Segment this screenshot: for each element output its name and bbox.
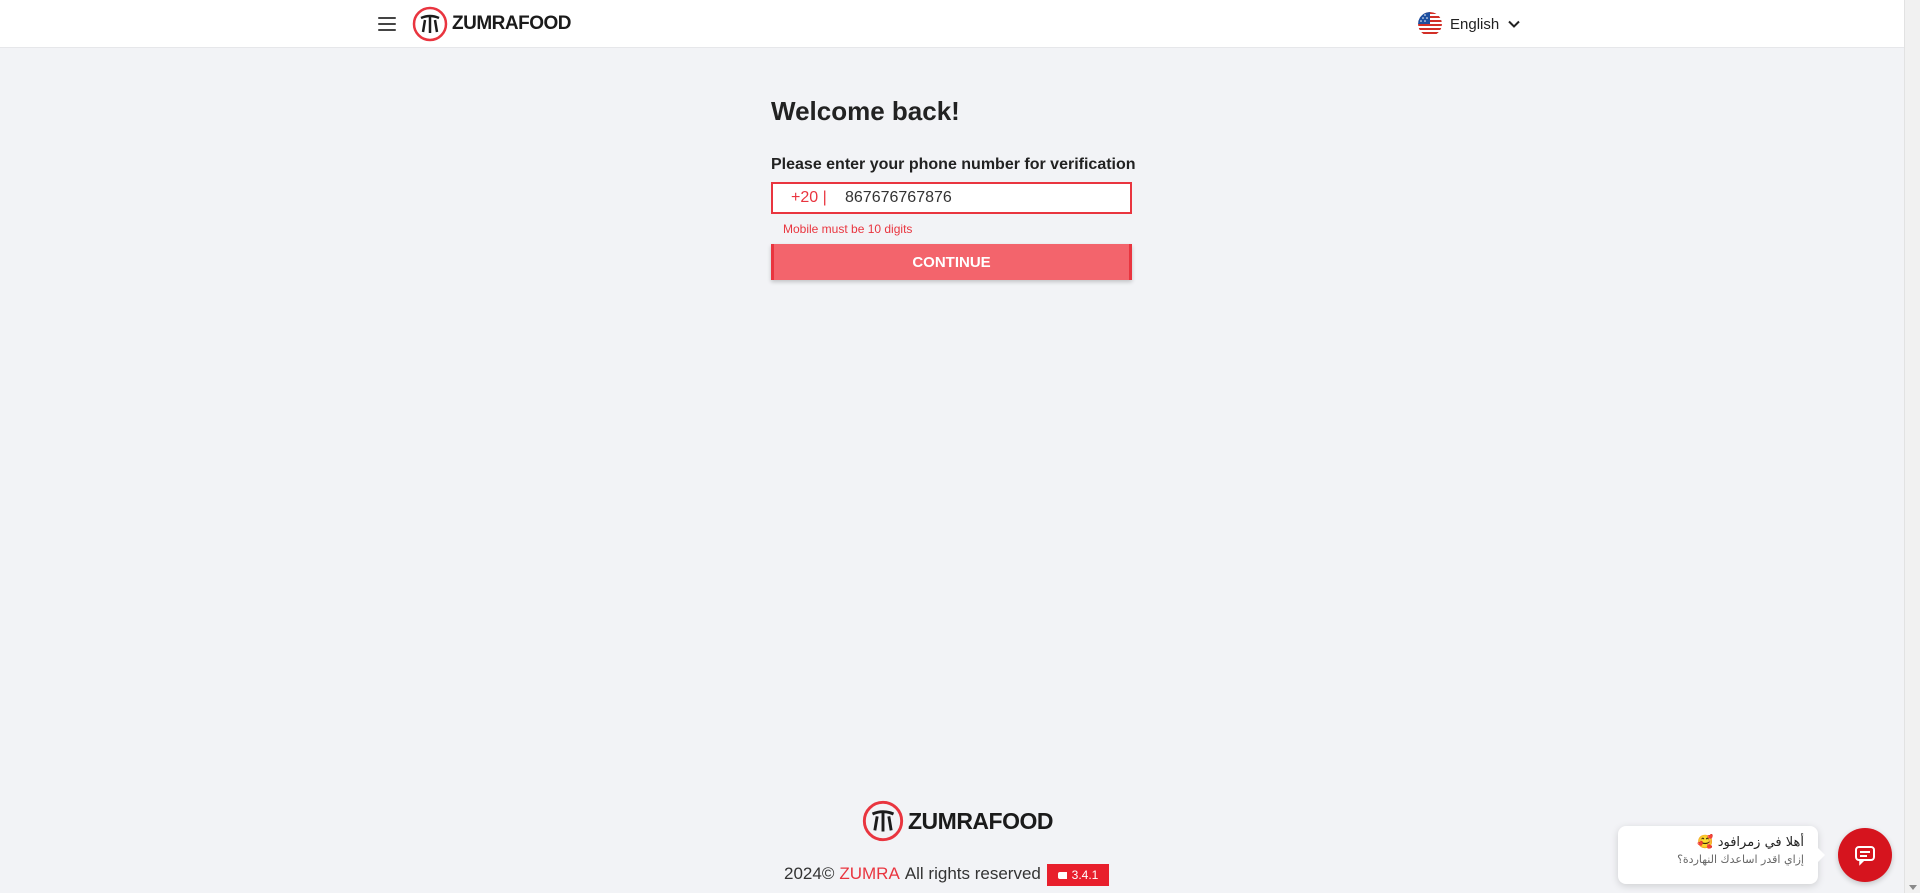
language-selector[interactable]: English: [1418, 12, 1521, 36]
us-flag-icon: [1418, 12, 1442, 36]
chevron-down-icon: [1508, 20, 1520, 28]
brand-name: ZUMRAFOOD: [452, 13, 571, 34]
version-label: 3.4.1: [1071, 868, 1099, 882]
continue-button[interactable]: CONTINUE: [771, 244, 1132, 280]
phone-prompt-label: Please enter your phone number for verif…: [771, 156, 1136, 173]
scroll-down-arrow-icon[interactable]: [1909, 885, 1917, 890]
tag-icon: [1057, 871, 1067, 879]
country-code: +20 |: [791, 189, 827, 206]
rights-text: All rights reserved: [904, 864, 1041, 883]
chat-button[interactable]: [1838, 828, 1892, 882]
copyright: 2024© ZUMRA All rights reserved: [784, 864, 1041, 884]
zumrafood-logo-icon: [862, 800, 904, 842]
copyright-year: 2024©: [784, 864, 835, 883]
language-label: English: [1450, 15, 1500, 33]
footer-brand-name: ZUMRAFOOD: [908, 807, 1053, 834]
phone-input[interactable]: [845, 184, 1125, 212]
chat-greeting: أهلا في زمرافود 🥰: [1697, 835, 1804, 850]
version-badge: 3.4.1: [1047, 864, 1109, 886]
footer-logo: ZUMRAFOOD: [862, 800, 1053, 842]
validation-error: Mobile must be 10 digits: [783, 222, 913, 236]
page-title: Welcome back!: [771, 96, 960, 126]
chat-greeting-bubble[interactable]: أهلا في زمرافود 🥰 إزاي اقدر اساعدك النها…: [1618, 826, 1825, 884]
header-logo[interactable]: ZUMRAFOOD: [412, 6, 571, 42]
page-scrollbar[interactable]: [1904, 0, 1920, 893]
chat-subtitle: إزاي اقدر اساعدك النهاردة؟: [1677, 853, 1804, 866]
hamburger-menu-icon[interactable]: [376, 14, 398, 34]
phone-field[interactable]: +20 |: [771, 182, 1132, 214]
top-header: ZUMRAFOOD English: [0, 0, 1904, 48]
chat-icon: [1855, 846, 1875, 866]
zumrafood-logo-icon: [412, 6, 448, 42]
company-link[interactable]: ZUMRA: [839, 864, 899, 884]
